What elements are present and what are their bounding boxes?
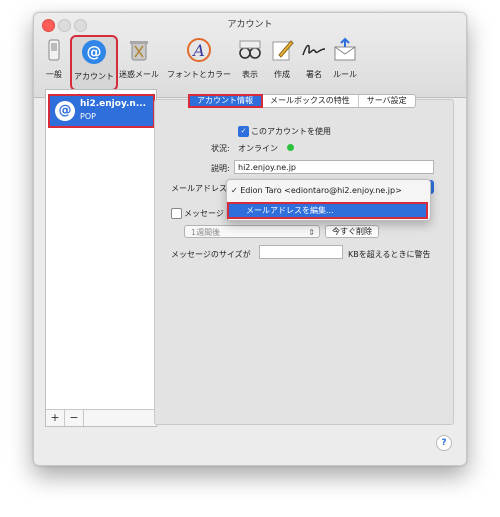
window-title: アカウント (227, 20, 273, 30)
toolbar-composing[interactable]: 作成 (268, 35, 296, 87)
account-name: hi2.enjoy.n... (80, 99, 147, 109)
svg-text:A: A (191, 41, 205, 60)
tab-mailbox-behaviors[interactable]: メールボックスの特性 (262, 95, 359, 107)
switch-icon (48, 39, 60, 61)
remove-period-popup[interactable]: 1週間後 ⇕ (184, 225, 320, 238)
account-type: POP (80, 112, 96, 121)
rules-icon (334, 37, 356, 61)
toolbar-junk-mail[interactable]: 迷惑メール (118, 35, 160, 87)
font-icon: A (187, 38, 211, 62)
add-account-button[interactable]: + (46, 410, 65, 426)
remove-now-button[interactable]: 今すぐ削除 (325, 225, 379, 238)
remove-messages-label: メッセージ (184, 209, 224, 218)
toolbar-signatures[interactable]: 署名 (300, 35, 328, 87)
remove-account-button[interactable]: − (65, 410, 84, 426)
enable-account-label: このアカウントを使用 (251, 127, 331, 136)
svg-text:@: @ (87, 43, 102, 61)
toolbar-fonts-colors[interactable]: A フォントとカラー (166, 35, 232, 87)
help-button[interactable]: ? (436, 435, 452, 451)
at-icon: @ (82, 40, 106, 64)
at-icon: @ (55, 101, 75, 121)
size-warning-label: メッセージのサイズが (171, 250, 251, 259)
size-warning-suffix: KBを超えるときに警告 (348, 250, 431, 259)
enable-account-checkbox[interactable]: ✓ (238, 126, 249, 137)
menu-item-email[interactable]: ✓ Edion Taro <ediontaro@hi2.enjoy.ne.jp> (231, 186, 402, 195)
status-value: オンライン (238, 144, 278, 153)
toolbar-general[interactable]: 一般 (42, 35, 66, 87)
toolbar-view[interactable]: 表示 (236, 35, 264, 87)
description-field[interactable]: hi2.enjoy.ne.jp (234, 160, 434, 174)
description-label: 説明: (211, 164, 230, 173)
tab-server-settings[interactable]: サーバ設定 (359, 95, 415, 107)
glasses-icon (239, 40, 261, 59)
online-status-dot (287, 144, 294, 151)
email-address-menu: ✓ Edion Taro <ediontaro@hi2.enjoy.ne.jp>… (226, 179, 431, 221)
preferences-window: アカウント 一般 @ アカウント 迷惑メール A フォントとカラー 表示 作成 … (33, 12, 467, 466)
remove-messages-checkbox[interactable] (171, 208, 182, 219)
checkmark-icon: ✓ (231, 186, 238, 195)
chevron-updown-icon: ⇕ (308, 228, 315, 237)
accounts-list: @ hi2.enjoy.n... POP + − (45, 89, 157, 427)
account-settings-panel (154, 99, 454, 425)
toolbar-rules[interactable]: ルール (330, 35, 360, 87)
signature-icon (302, 44, 326, 56)
tab-account-info[interactable]: アカウント情報 (188, 94, 263, 108)
toolbar-accounts[interactable]: @ アカウント (70, 35, 118, 91)
size-limit-field[interactable] (259, 245, 343, 259)
sidebar-footer: + − (46, 409, 156, 426)
status-label: 状況: (211, 144, 230, 153)
tab-bar: アカウント情報 メールボックスの特性 サーバ設定 (188, 94, 416, 108)
email-address-label: メールアドレス (171, 184, 227, 193)
trash-icon (130, 41, 148, 61)
compose-icon (272, 40, 294, 61)
title-bar: アカウント 一般 @ アカウント 迷惑メール A フォントとカラー 表示 作成 … (34, 13, 466, 98)
menu-item-edit-email[interactable]: メールアドレスを編集... (227, 202, 428, 219)
account-row[interactable]: @ hi2.enjoy.n... POP (48, 94, 155, 128)
